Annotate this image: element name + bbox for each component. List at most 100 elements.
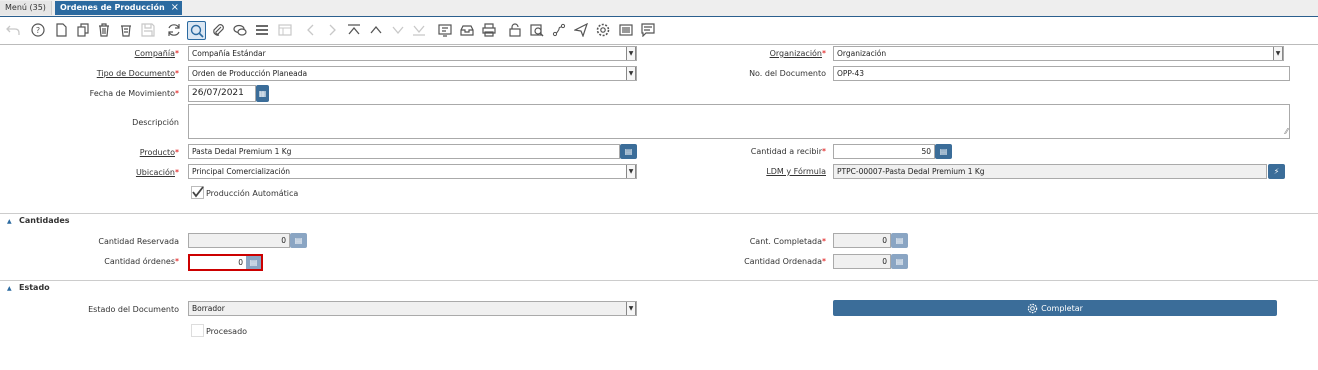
organizacion-label: Organización*: [769, 49, 826, 58]
calendar-icon[interactable]: ▦: [256, 85, 269, 102]
estado-documento-field[interactable]: Borrador ▼: [188, 301, 637, 316]
descripcion-field[interactable]: ⁄⁄: [188, 104, 1290, 139]
archive-icon[interactable]: [459, 22, 475, 38]
tab-ordenes-produccion[interactable]: Ordenes de Producción Plane... ×: [55, 1, 182, 26]
calculator-icon[interactable]: ▤: [935, 144, 952, 159]
tipo-documento-value: Orden de Producción Planeada: [192, 69, 308, 78]
producto-label: Producto*: [139, 148, 179, 157]
report-icon[interactable]: [437, 22, 453, 38]
producto-value: Pasta Dedal Premium 1 Kg: [192, 147, 292, 156]
product-info-button-icon[interactable]: ▤: [620, 144, 637, 159]
request-icon[interactable]: [573, 22, 589, 38]
cantidad-ordenada-field[interactable]: 0: [833, 254, 891, 269]
previous-icon[interactable]: [303, 22, 319, 38]
workflow-icon[interactable]: [551, 22, 567, 38]
cantidad-ordenes-field[interactable]: 0: [188, 254, 248, 271]
chevron-down-icon[interactable]: ▼: [626, 165, 636, 178]
descripcion-label: Descripción: [132, 118, 179, 127]
chevron-down-icon[interactable]: ▼: [1273, 47, 1283, 60]
find-icon[interactable]: [187, 21, 206, 40]
first-icon[interactable]: [346, 22, 362, 38]
calculator-icon[interactable]: ▤: [290, 233, 307, 248]
product-info-icon[interactable]: [618, 22, 634, 38]
no-documento-value: OPP-43: [837, 69, 865, 78]
procesado-checkbox[interactable]: [191, 324, 204, 337]
cant-completada-value: 0: [882, 236, 887, 245]
collapse-triangle-icon[interactable]: ▲: [7, 285, 12, 292]
producto-field[interactable]: Pasta Dedal Premium 1 Kg: [188, 144, 620, 159]
fecha-movimiento-value: 26/07/2021: [192, 88, 244, 98]
save-icon[interactable]: [140, 22, 156, 38]
zoom-lightning-icon[interactable]: ⚡: [1268, 164, 1285, 179]
cantidad-reservada-value: 0: [281, 236, 286, 245]
ldm-formula-label: LDM y Fórmula: [766, 167, 826, 176]
process-icon[interactable]: [595, 22, 611, 38]
fecha-movimiento-label: Fecha de Movimiento*: [89, 89, 179, 98]
estado-section-header[interactable]: ▲ Estado: [0, 280, 1318, 293]
calculator-icon[interactable]: ▤: [891, 233, 908, 248]
tipo-documento-field[interactable]: Orden de Producción Planeada ▼: [188, 66, 637, 81]
ldm-formula-value: PTPC-00007-Pasta Dedal Premium 1 Kg: [837, 167, 985, 176]
delete-icon[interactable]: [96, 22, 112, 38]
tab-menu-label: Menú (35): [5, 3, 46, 12]
delete-selection-icon[interactable]: [118, 22, 134, 38]
cantidades-section-header[interactable]: ▲ Cantidades: [0, 213, 1318, 226]
produccion-automatica-checkbox[interactable]: [191, 186, 204, 199]
gear-icon: [1027, 303, 1038, 313]
chevron-down-icon[interactable]: ▼: [626, 47, 636, 60]
history-icon[interactable]: [277, 22, 293, 38]
completar-label: Completar: [1041, 303, 1083, 313]
toolbar: ?: [0, 17, 1318, 45]
cantidad-reservada-field[interactable]: 0: [188, 233, 290, 248]
chevron-down-icon[interactable]: ▼: [626, 67, 636, 80]
estado-documento-value: Borrador: [192, 304, 225, 313]
no-documento-field[interactable]: OPP-43: [833, 66, 1290, 81]
fecha-movimiento-field[interactable]: 26/07/2021: [188, 85, 256, 102]
cantidad-recibir-value: 50: [921, 147, 931, 156]
calculator-icon[interactable]: ▤: [246, 254, 263, 271]
grid-toggle-icon[interactable]: [254, 22, 270, 38]
cantidad-recibir-label: Cantidad a recibir*: [750, 147, 826, 156]
estado-documento-label: Estado del Documento: [88, 305, 179, 314]
cantidad-ordenada-label: Cantidad Ordenada*: [744, 257, 826, 266]
produccion-automatica-label: Producción Automática: [206, 189, 299, 198]
new-record-icon[interactable]: [53, 22, 69, 38]
lock-icon[interactable]: [507, 22, 523, 38]
refresh-icon[interactable]: [166, 22, 182, 38]
compania-label: Compañía*: [134, 49, 179, 58]
close-tab-icon[interactable]: ×: [171, 1, 179, 15]
svg-text:?: ?: [36, 26, 40, 35]
tab-menu[interactable]: Menú (35): [0, 1, 52, 15]
help-icon[interactable]: ?: [30, 22, 46, 38]
compania-field[interactable]: Compañía Estándar ▼: [188, 46, 637, 61]
ldm-formula-field[interactable]: PTPC-00007-Pasta Dedal Premium 1 Kg: [833, 164, 1267, 179]
copy-icon[interactable]: [75, 22, 91, 38]
child-icon[interactable]: [390, 22, 406, 38]
cantidad-reservada-label: Cantidad Reservada: [98, 237, 179, 246]
parent-icon[interactable]: [368, 22, 384, 38]
tipo-documento-label: Tipo de Documento*: [96, 69, 179, 78]
cant-completada-field[interactable]: 0: [833, 233, 891, 248]
chat-icon[interactable]: [232, 22, 248, 38]
completar-button[interactable]: Completar: [833, 300, 1277, 316]
zoom-across-icon[interactable]: [529, 22, 545, 38]
attachment-icon[interactable]: [210, 22, 226, 38]
organizacion-field[interactable]: Organización ▼: [833, 46, 1284, 61]
chevron-down-icon[interactable]: ▼: [626, 302, 636, 315]
print-icon[interactable]: [481, 22, 497, 38]
chat-bubble-icon[interactable]: [640, 22, 656, 38]
tab-bar: Menú (35) Ordenes de Producción Plane...…: [0, 0, 1318, 26]
cantidad-recibir-field[interactable]: 50: [833, 144, 935, 159]
collapse-triangle-icon[interactable]: ▲: [7, 218, 12, 225]
resize-handle-icon[interactable]: ⁄⁄: [1285, 125, 1288, 138]
undo-icon[interactable]: [5, 22, 21, 38]
cantidad-ordenada-value: 0: [882, 257, 887, 266]
last-icon[interactable]: [411, 22, 427, 38]
organizacion-value: Organización: [837, 49, 887, 58]
calculator-icon[interactable]: ▤: [891, 254, 908, 269]
ubicacion-field[interactable]: Principal Comercialización ▼: [188, 164, 637, 179]
no-documento-label: No. del Documento: [749, 69, 826, 78]
ubicacion-label: Ubicación*: [135, 168, 179, 177]
cantidad-ordenes-value: 0: [238, 258, 243, 267]
next-icon[interactable]: [324, 22, 340, 38]
